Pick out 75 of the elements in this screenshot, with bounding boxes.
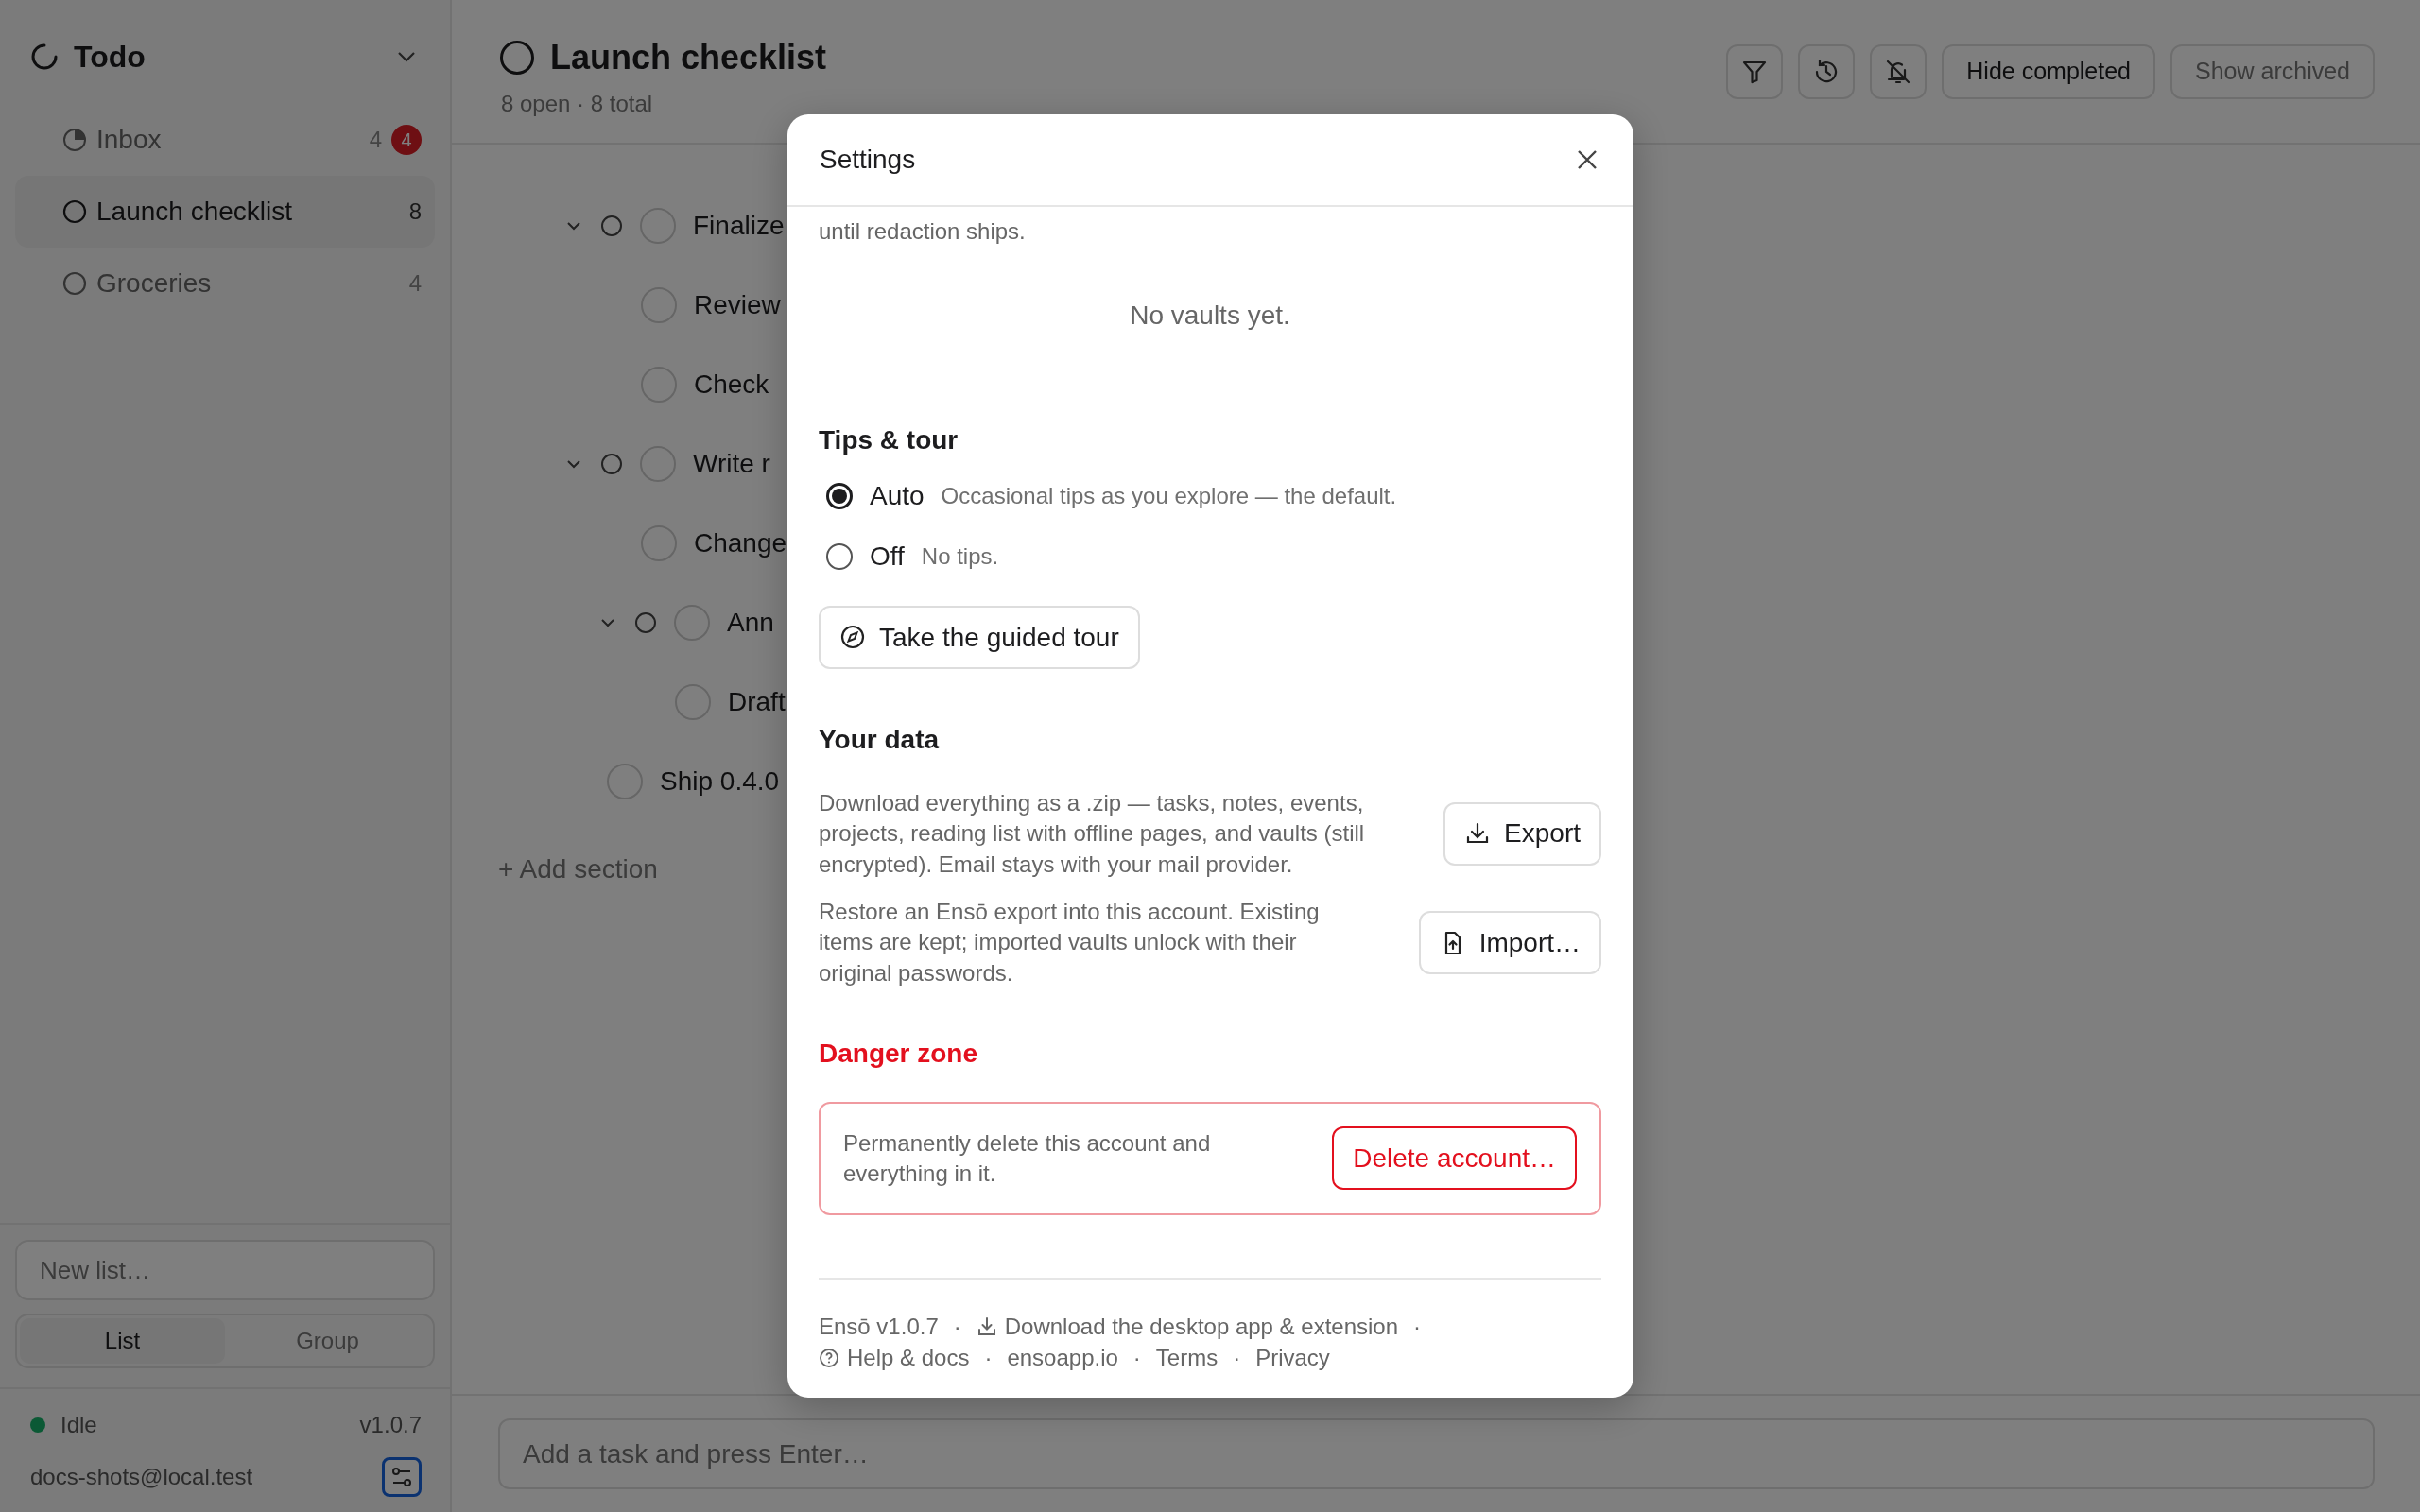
help-link[interactable]: Help & docs [819, 1341, 970, 1376]
tour-button[interactable]: Take the guided tour [819, 606, 1140, 669]
task-checkbox[interactable] [640, 446, 676, 482]
separator-dot: · [1233, 1344, 1241, 1373]
option-hint: No tips. [921, 541, 999, 571]
separator-dot: · [953, 1313, 961, 1342]
task-title: Change [694, 527, 787, 559]
task-checkbox[interactable] [607, 764, 643, 799]
task-checkbox[interactable] [641, 525, 677, 561]
version-label: v1.0.7 [359, 1411, 422, 1439]
status-dot [30, 1418, 45, 1433]
pie-icon [62, 128, 87, 152]
task-title: Check [694, 369, 769, 401]
separator-dot: · [1413, 1313, 1422, 1342]
compass-icon [839, 624, 866, 651]
bell-off-button[interactable] [1870, 44, 1927, 99]
unread-badge: 4 [391, 125, 422, 155]
add-section-link[interactable]: + Add section [498, 850, 658, 889]
task-title: Review [694, 289, 781, 321]
option-hint: Occasional tips as you explore — the default. [941, 481, 1397, 510]
circle-icon [62, 199, 87, 224]
circle-icon [62, 271, 87, 296]
danger-zone-heading: Danger zone [819, 1038, 979, 1071]
circle-icon [499, 40, 535, 76]
progress-ring-icon [600, 453, 623, 475]
filter-toggle[interactable]: Show archived [2170, 44, 2375, 99]
view-toggle-option[interactable]: List [20, 1318, 225, 1364]
task-title: Ship 0.4.0 [660, 765, 780, 798]
workspace-title: Todo [74, 39, 147, 76]
sidebar-list-item[interactable]: Launch checklist 8 [15, 176, 435, 248]
new-list-field[interactable]: New list… [15, 1240, 435, 1300]
add-task-field[interactable]: Add a task and press Enter… [498, 1418, 2375, 1489]
progress-ring-icon [600, 215, 623, 237]
dialog-title: Settings [820, 144, 917, 176]
progress-ring-icon [634, 611, 657, 634]
account-email: docs-shots@local.test [30, 1463, 253, 1491]
item-count: 8 [408, 198, 422, 226]
task-title: Draft [728, 686, 786, 718]
help-icon [819, 1348, 839, 1369]
list-title: Launch checklist [550, 37, 827, 78]
data-description: Restore an Ensō export into this account. Existing items are kept; imported vaults unlock with their original passwords. [819, 897, 1321, 988]
section-heading: Your data [819, 724, 941, 756]
empty-state-text: No vaults yet. [1129, 300, 1291, 333]
radio-button[interactable] [826, 543, 853, 570]
delete-account-button[interactable]: Delete account… [1332, 1126, 1577, 1191]
filter-button[interactable] [1726, 44, 1784, 99]
settings-button[interactable] [382, 1457, 422, 1497]
separator-dot: · [1132, 1344, 1141, 1373]
radio-button[interactable] [826, 483, 853, 509]
import-button[interactable]: Import… [1418, 911, 1601, 975]
version-text: Ensō v1.0.7 [819, 1313, 939, 1342]
download-icon [976, 1316, 997, 1338]
sliders-icon [389, 1465, 414, 1489]
filter-toggle[interactable]: Hide completed [1942, 44, 2155, 99]
task-checkbox[interactable] [641, 287, 677, 323]
task-checkbox[interactable] [675, 684, 711, 720]
status-label: Idle [60, 1411, 98, 1439]
export-button[interactable]: Export [1443, 801, 1601, 866]
history-button[interactable] [1798, 44, 1856, 99]
task-checkbox[interactable] [674, 605, 710, 641]
intro-text: until redaction ships. [819, 217, 1027, 246]
view-toggle-option[interactable]: Group [225, 1318, 430, 1364]
task-checkbox[interactable] [640, 208, 676, 244]
danger-description: Permanently delete this account and everything in it. [843, 1128, 1212, 1188]
spinner-icon [30, 43, 59, 71]
section-heading: Tips & tour [819, 424, 959, 457]
option-label: Off [870, 541, 905, 574]
task-title: Write r [693, 448, 770, 480]
task-checkbox[interactable] [641, 367, 677, 403]
list-summary: 8 open · 8 total [501, 90, 654, 118]
data-description: Download everything as a .zip — tasks, notes, events, projects, reading list with offline pages, and vaults (still encrypted). Email stays with your mail provider. [819, 788, 1366, 879]
separator-dot: · [984, 1344, 993, 1373]
task-title: Ann [727, 607, 774, 639]
option-label: Auto [870, 480, 925, 513]
task-title: Finalize [693, 210, 785, 242]
